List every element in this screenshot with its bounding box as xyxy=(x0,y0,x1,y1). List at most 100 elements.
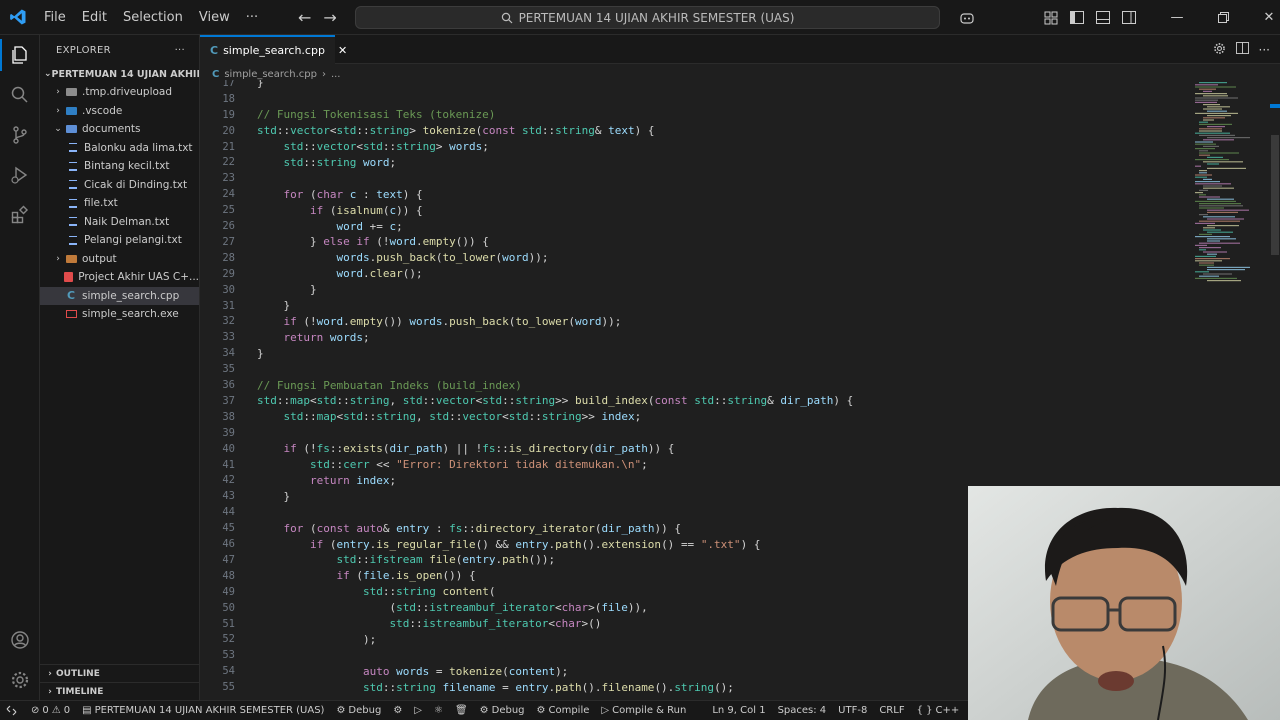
chevron-right-icon: › xyxy=(56,105,60,116)
toggle-panel-icon[interactable] xyxy=(1090,0,1116,35)
breadcrumb-file[interactable]: simple_search.cpp xyxy=(224,69,317,80)
folder-icon: ▤ xyxy=(82,705,92,716)
menu-item-selection[interactable]: Selection xyxy=(115,0,191,35)
code-line[interactable]: 28 words.push_back(to_lower(word)); xyxy=(200,250,1190,266)
more-menu-icon[interactable]: ··· xyxy=(238,0,266,35)
compile-run-button[interactable]: ▷ Compile & Run xyxy=(595,705,692,716)
compile-icon: ⚙ xyxy=(536,705,546,716)
line-number: 28 xyxy=(222,251,235,264)
forward-arrow-icon[interactable]: → xyxy=(323,8,336,27)
code-line[interactable]: 37 std::map<std::string, std::vector<std:… xyxy=(200,393,1190,409)
clean-button[interactable]: 🗑 xyxy=(449,705,474,716)
chevron-right-icon: › xyxy=(48,686,52,697)
code-line[interactable]: 38 std::map<std::string, std::vector<std… xyxy=(200,409,1190,425)
encoding-label: UTF-8 xyxy=(838,705,868,716)
code-line[interactable]: 30 } xyxy=(200,282,1190,298)
tree-item[interactable]: Naik Delman.txt xyxy=(40,213,199,232)
cursor-position-label: Ln 9, Col 1 xyxy=(712,705,766,716)
tree-item[interactable]: Project Akhir UAS C+... xyxy=(40,268,199,287)
search-icon[interactable] xyxy=(0,75,40,115)
timeline-section[interactable]: › TIMELINE xyxy=(40,682,200,700)
code-line[interactable]: 20 std::vector<std::string> tokenize(cons… xyxy=(200,123,1190,139)
tree-item[interactable]: simple_search.exe xyxy=(40,305,199,324)
breadcrumb-more[interactable]: ... xyxy=(331,69,341,80)
indentation-status[interactable]: Spaces: 4 xyxy=(772,705,833,716)
code-line[interactable]: 40 if (!fs::exists(dir_path) || !fs::is_… xyxy=(200,441,1190,457)
close-window-button[interactable]: ✕ xyxy=(1246,0,1280,35)
tree-item[interactable]: › .tmp.driveupload xyxy=(40,83,199,102)
back-arrow-icon[interactable]: ← xyxy=(298,8,311,27)
code-line[interactable]: 27 } else if (!word.empty()) { xyxy=(200,234,1190,250)
tree-item[interactable]: file.txt xyxy=(40,194,199,213)
split-editor-icon[interactable] xyxy=(1235,42,1249,57)
code-line[interactable]: 18 xyxy=(200,91,1190,107)
tree-item[interactable]: › .vscode xyxy=(40,102,199,121)
copilot-icon[interactable] xyxy=(950,0,984,35)
code-line[interactable]: 36 // Fungsi Pembuatan Indeks (build_inde… xyxy=(200,377,1190,393)
toggle-sidebar-icon[interactable] xyxy=(1064,0,1090,35)
explorer-icon[interactable] xyxy=(0,35,40,75)
code-line[interactable]: 34} xyxy=(200,345,1190,361)
code-line[interactable]: 26 word += c; xyxy=(200,218,1190,234)
language-mode[interactable]: { } C++ xyxy=(911,705,966,716)
close-tab-icon[interactable]: ✕ xyxy=(338,44,347,57)
tree-item[interactable]: Pelangi pelangi.txt xyxy=(40,231,199,250)
problems-indicator[interactable]: ⊘ 0 ⚠ 0 xyxy=(25,705,76,716)
code-line[interactable]: 29 word.clear(); xyxy=(200,266,1190,282)
tree-item[interactable]: Bintang kecil.txt xyxy=(40,157,199,176)
code-text: return index; xyxy=(309,473,397,487)
build-settings-button[interactable]: ⚙ xyxy=(387,705,408,716)
tree-item[interactable]: ⌄ documents xyxy=(40,120,199,139)
debug-mode-button[interactable]: ⚙ Debug xyxy=(474,705,531,716)
eol-status[interactable]: CRLF xyxy=(873,705,910,716)
tab-simple-search-cpp[interactable]: C simple_search.cpp ✕ xyxy=(200,35,347,64)
tree-item[interactable]: Balonku ada lima.txt xyxy=(40,139,199,158)
tree-item[interactable]: Cicak di Dinding.txt xyxy=(40,176,199,195)
run-button[interactable]: ▷ xyxy=(408,705,428,716)
code-line[interactable]: 23 xyxy=(200,170,1190,186)
tree-item[interactable]: › output xyxy=(40,250,199,269)
minimize-button[interactable]: — xyxy=(1154,0,1200,35)
warning-icon: ⚠ xyxy=(51,705,61,716)
debug-run-button[interactable]: ⚛ xyxy=(428,705,449,716)
code-line[interactable]: 35 xyxy=(200,361,1190,377)
menu-item-view[interactable]: View xyxy=(191,0,238,35)
workspace-folder-status[interactable]: ▤ PERTEMUAN 14 UJIAN AKHIR SEMESTER (UAS… xyxy=(76,705,330,716)
settings-gear-icon[interactable] xyxy=(1213,42,1226,58)
menu-item-file[interactable]: File xyxy=(36,0,74,35)
encoding-status[interactable]: UTF-8 xyxy=(832,705,873,716)
remote-indicator-icon[interactable] xyxy=(0,705,25,716)
outline-section[interactable]: › OUTLINE xyxy=(40,664,200,682)
workspace-root-folder[interactable]: ⌄ PERTEMUAN 14 UJIAN AKHIR ... xyxy=(40,65,199,83)
code-line[interactable]: 17} xyxy=(200,80,1190,91)
more-actions-icon[interactable]: ··· xyxy=(1259,43,1270,57)
code-line[interactable]: 22 std::string word; xyxy=(200,155,1190,171)
code-line[interactable]: 39 xyxy=(200,425,1190,441)
settings-gear-icon[interactable] xyxy=(0,660,40,700)
command-center-search[interactable]: PERTEMUAN 14 UJIAN AKHIR SEMESTER (UAS) xyxy=(355,6,940,29)
debug-status-button[interactable]: ⚙ Debug xyxy=(330,705,387,716)
code-line[interactable]: 24 for (char c : text) { xyxy=(200,186,1190,202)
code-line[interactable]: 32 if (!word.empty()) words.push_back(to… xyxy=(200,314,1190,330)
toggle-secondary-sidebar-icon[interactable] xyxy=(1116,0,1142,35)
explorer-more-actions-icon[interactable]: ··· xyxy=(175,45,185,56)
code-text: std::istreambuf_iterator<char>() xyxy=(389,617,602,631)
run-debug-icon[interactable] xyxy=(0,155,40,195)
code-line[interactable]: 25 if (isalnum(c)) { xyxy=(200,202,1190,218)
code-line[interactable]: 21 std::vector<std::string> words; xyxy=(200,139,1190,155)
compile-button[interactable]: ⚙ Compile xyxy=(531,705,596,716)
extensions-icon[interactable] xyxy=(0,195,40,235)
code-line[interactable]: 31 } xyxy=(200,298,1190,314)
code-line[interactable]: 41 std::cerr << "Error: Direktori tidak … xyxy=(200,457,1190,473)
account-icon[interactable] xyxy=(0,620,40,660)
tree-item[interactable]: Csimple_search.cpp xyxy=(40,286,199,305)
menu-item-edit[interactable]: Edit xyxy=(74,0,115,35)
source-control-icon[interactable] xyxy=(0,115,40,155)
code-line[interactable]: 19 // Fungsi Tokenisasi Teks (tokenize) xyxy=(200,107,1190,123)
code-line[interactable]: 33 return words; xyxy=(200,329,1190,345)
cursor-position[interactable]: Ln 9, Col 1 xyxy=(706,705,771,716)
code-text: std::ifstream file(entry.path()); xyxy=(336,553,556,567)
restore-button[interactable] xyxy=(1200,0,1246,35)
code-text: } else if (!word.empty()) { xyxy=(309,235,489,249)
customize-layout-icon[interactable] xyxy=(1038,0,1064,35)
